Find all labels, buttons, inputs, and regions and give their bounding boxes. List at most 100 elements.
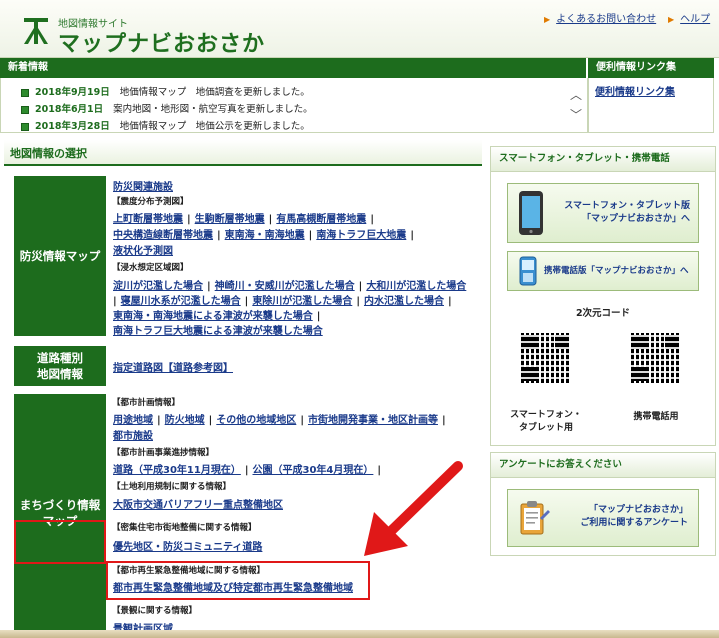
qr-code-mobile [629,331,683,385]
flood-link[interactable]: 寝屋川水系が氾濫した場合 [121,296,241,307]
link-row: 淀川が氾濫した場合 | 神崎川・安威川が氾濫した場合 | 大和川が氾濫した場合 [113,281,467,292]
category-disaster-map[interactable]: 防災情報マップ [14,176,106,336]
link-row: 中央構造線断層帯地震 | 東南海・南海地震 | 南海トラフ巨大地震 | [113,230,414,241]
tsunami-link[interactable]: 東南海・南海地震による津波が来襲した場合 [113,311,313,322]
mobile-site-button[interactable]: 携帯電話版「マップナビおおさか」へ [507,251,699,291]
smartphone-panel: スマートフォン・タブレット・携帯電話 スマートフォン・タブレット版 「マップナビ… [490,146,716,446]
news-date: 2018年6月1日 [35,104,104,115]
section-label: 【都市計画情報】 [112,398,181,408]
category-label: 地図情報 [37,367,83,381]
section-label: 【景観に関する情報】 [112,606,198,616]
taskbar-strip [0,630,719,638]
mobile-phone-icon [519,256,537,286]
quake-link[interactable]: 生駒断層帯地震 [195,214,265,225]
news-item: 2018年3月28日 地価情報マップ 地価公示を更新しました。 [21,118,310,132]
annotation-highlight-box [14,520,106,564]
news-panel: 2018年9月19日 地価情報マップ 地価調査を更新しました。 2018年6月1日… [0,78,588,133]
progress-link[interactable]: 公園（平成30年4月現在） [253,465,374,476]
section-label: 【震度分布予測図】 [112,197,189,207]
link-row: 都市再生緊急整備地域及び特定都市再生緊急整備地域 [113,579,353,594]
qr-label-text: タブレット用 [518,423,573,433]
bullet-icon [21,122,29,131]
link-row: 優先地区・防災コミュニティ道路 [113,538,262,553]
survey-panel: アンケートにお答えください 「マップナビおおさか」 ご利用に関するアンケート [490,452,716,556]
scroll-down-button[interactable]: ﹀ [569,108,583,122]
quake-link[interactable]: 南海トラフ巨大地震 [316,230,406,241]
map-selection-title: 地図情報の選択 [10,147,87,160]
planning-link[interactable]: 用途地域 [113,415,153,426]
help-link-wrap[interactable]: ▶ ヘルプ [668,10,710,25]
link-row: 道路（平成30年11月現在） | 公園（平成30年4月現在） | [113,465,382,476]
arrow-right-icon: ▶ [544,15,551,24]
news-header: 新着情報 [0,58,586,78]
news-text: 地価情報マップ 地価調査を更新しました。 [119,87,310,98]
section-label: 【都市再生緊急整備地域に関する情報】 [112,566,266,576]
barrier-free-link[interactable]: 大阪市交通バリアフリー重点整備地区 [113,500,283,511]
section-label: 【土地利用規制に関する情報】 [112,482,232,492]
qr-label: 携帯電話用 [633,412,679,422]
smartphone-button-label: 「マップナビおおさか」へ [581,214,690,224]
planning-link[interactable]: その他の地域地区 [216,415,296,426]
logo-icon [24,18,48,44]
planning-link[interactable]: 防火地域 [165,415,205,426]
news-date: 2018年3月28日 [35,121,110,132]
site-header: 地図情報サイト マップナビおおさか ▶ よくあるお問い合わせ ▶ ヘルプ [0,0,719,58]
survey-panel-title: アンケートにお答えください [491,453,715,478]
smartphone-site-button[interactable]: スマートフォン・タブレット版 「マップナビおおさか」へ [507,183,699,243]
road-map-link[interactable]: 指定道路図【道路参考図】 [113,363,233,374]
arrow-right-icon: ▶ [668,15,675,24]
planning-link[interactable]: 市街地開発事業・地区計画等 [308,415,438,426]
news-text: 案内地図・地形図・航空写真を更新しました。 [113,104,313,115]
qr-title: 2次元コード [575,308,631,319]
flood-link[interactable]: 内水氾濫した場合 [364,296,444,307]
news-item: 2018年9月19日 地価情報マップ 地価調査を更新しました。 [21,84,310,98]
news-item: 2018年6月1日 案内地図・地形図・航空写真を更新しました。 [21,101,313,115]
flood-link[interactable]: 神崎川・安威川が氾濫した場合 [215,281,355,292]
link-row: 防災関連施設 [113,178,173,193]
qr-code-smartphone [519,331,573,385]
link-row: 用途地域 | 防火地域 | その他の地域地区 | 市街地開発事業・地区計画等 | [113,415,446,426]
flood-link[interactable]: 大和川が氾濫した場合 [366,281,466,292]
tsunami-link[interactable]: 南海トラフ巨大地震による津波が来襲した場合 [113,326,323,337]
faq-link-wrap[interactable]: ▶ よくあるお問い合わせ [544,10,656,25]
category-town-planning-map[interactable]: まちづくり情報 マップ [14,394,106,632]
category-label: 道路種別 [37,351,83,365]
quake-link[interactable]: 有馬高槻断層帯地震 [276,214,366,225]
clipboard-icon [520,501,550,535]
smartphone-icon [519,191,543,235]
survey-button[interactable]: 「マップナビおおさか」 ご利用に関するアンケート [507,489,699,547]
link-row: 南海トラフ巨大地震による津波が来襲した場合 [113,322,323,337]
link-row: 大阪市交通バリアフリー重点整備地区 [113,496,283,511]
qr-label: スマートフォン・ タブレット用 [501,409,591,435]
link-row: 指定道路図【道路参考図】 [113,359,233,374]
news-text: 地価情報マップ 地価公示を更新しました。 [119,121,310,132]
flood-link[interactable]: 東除川が氾濫した場合 [252,296,352,307]
urban-renewal-link[interactable]: 都市再生緊急整備地域及び特定都市再生緊急整備地域 [113,583,353,594]
scroll-up-button[interactable]: ︿ [569,88,583,102]
quick-links-panel: 便利情報リンク集 [588,78,714,133]
quake-link[interactable]: 東南海・南海地震 [225,230,305,241]
section-label: 【浸水想定区域図】 [112,263,189,273]
link-row: | 寝屋川水系が氾濫した場合 | 東除川が氾濫した場合 | 内水氾濫した場合 | [113,296,452,307]
survey-button-label: 「マップナビおおさか」 [588,505,688,515]
qr-label-text: スマートフォン・ [510,410,582,420]
link-row: 液状化予測図 [113,242,173,257]
category-road-map[interactable]: 道路種別 地図情報 [14,346,106,386]
help-link[interactable]: ヘルプ [680,14,710,25]
map-selection-header: 地図情報の選択 [4,140,482,166]
smartphone-panel-title: スマートフォン・タブレット・携帯電話 [491,147,715,172]
quake-link[interactable]: 中央構造線断層帯地震 [113,230,213,241]
faq-link[interactable]: よくあるお問い合わせ [556,14,656,25]
section-label: 【密集住宅市街地整備に関する情報】 [112,523,257,533]
flood-link[interactable]: 淀川が氾濫した場合 [113,281,203,292]
site-title[interactable]: マップナビおおさか [58,26,265,58]
progress-link[interactable]: 道路（平成30年11月現在） [113,465,241,476]
priority-area-link[interactable]: 優先地区・防災コミュニティ道路 [113,542,262,553]
planning-link[interactable]: 都市施設 [113,431,153,442]
disaster-facilities-link[interactable]: 防災関連施設 [113,182,173,193]
liquefaction-link[interactable]: 液状化予測図 [113,246,173,257]
quake-link[interactable]: 上町断層帯地震 [113,214,183,225]
quick-links-link[interactable]: 便利情報リンク集 [595,83,675,98]
survey-button-label: ご利用に関するアンケート [580,518,688,528]
quick-links-header: 便利情報リンク集 [588,58,714,78]
